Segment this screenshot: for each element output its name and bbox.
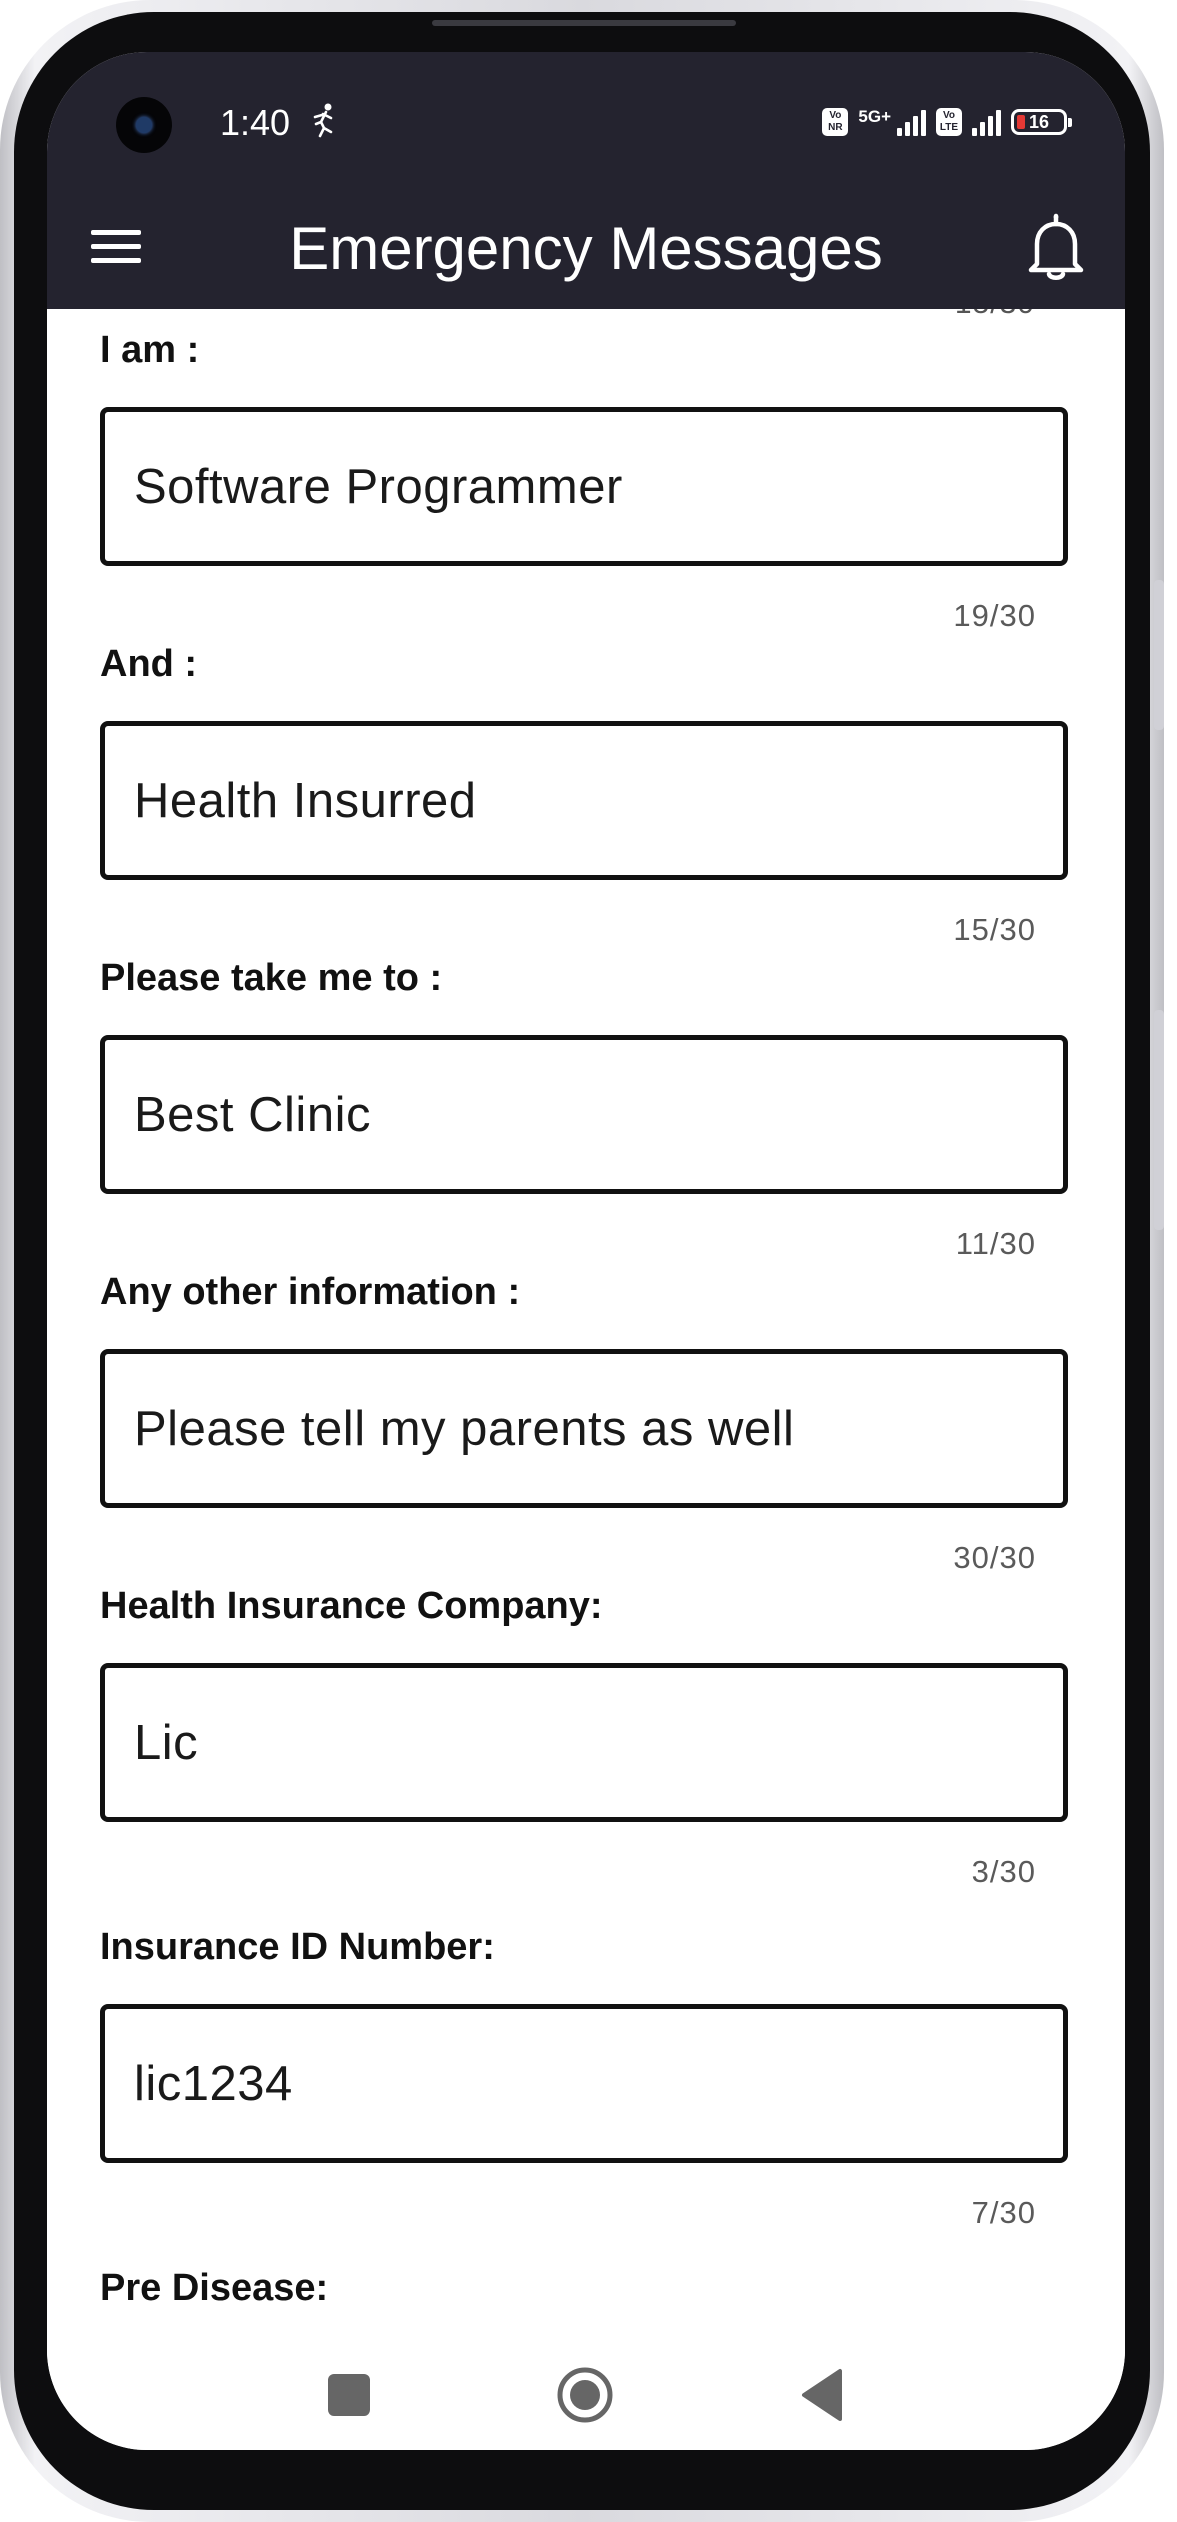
other-info-input[interactable] — [100, 1349, 1068, 1508]
form-scroll-area[interactable]: 15/30 I am : 19/30 And : 15/30 Please ta… — [47, 309, 1125, 2343]
phone-frame: 1:40 Vo NR 5G+ Vo LTE 16 Emergency Messa… — [0, 0, 1164, 2522]
volte-lte-bottom: LTE — [939, 122, 959, 133]
volte-nr-top: Vo — [829, 110, 842, 121]
volte-lte-icon: Vo LTE — [936, 108, 962, 136]
status-bar: 1:40 Vo NR 5G+ Vo LTE 16 — [47, 52, 1125, 182]
battery-level: 16 — [1028, 111, 1050, 132]
status-time: 1:40 — [220, 102, 291, 143]
i-am-input[interactable] — [100, 407, 1068, 566]
power-button — [1154, 1010, 1164, 1230]
screen: 1:40 Vo NR 5G+ Vo LTE 16 Emergency Messa… — [47, 52, 1125, 2450]
field-counter: 15/30 — [955, 309, 1035, 321]
field-label-insurance-company: Health Insurance Company: — [100, 1585, 603, 1627]
field-label-other-info: Any other information : — [100, 1271, 521, 1313]
page-title: Emergency Messages — [289, 215, 883, 282]
app-bar: Emergency Messages — [47, 182, 1125, 309]
bell-icon[interactable] — [1023, 212, 1089, 282]
system-nav-bar — [47, 2343, 1125, 2450]
running-person-icon — [313, 103, 333, 138]
volte-lte-top: Vo — [942, 110, 956, 121]
front-camera — [116, 97, 172, 153]
field-label-pre-disease: Pre Disease: — [100, 2267, 329, 2309]
insurance-id-input[interactable] — [100, 2004, 1068, 2163]
volte-nr-icon: Vo NR — [822, 108, 849, 136]
field-counter-other-info: 30/30 — [953, 1540, 1036, 1575]
circle-icon[interactable] — [555, 2365, 615, 2425]
field-label-take-me-to: Please take me to : — [100, 957, 443, 999]
field-counter-and: 15/30 — [953, 912, 1036, 947]
square-icon[interactable] — [328, 2374, 370, 2416]
signal-icon-2 — [972, 108, 1001, 136]
insurance-company-input[interactable] — [100, 1663, 1068, 1822]
take-me-to-input[interactable] — [100, 1035, 1068, 1194]
volume-button — [1154, 580, 1164, 730]
network-type: 5G+ — [858, 107, 891, 126]
field-counter-insurance-company: 3/30 — [971, 1854, 1036, 1889]
signal-icon — [897, 108, 926, 136]
and-input[interactable] — [100, 721, 1068, 880]
field-label-i-am: I am : — [100, 329, 200, 371]
battery-icon: 16 — [1011, 109, 1072, 135]
field-counter-insurance-id: 7/30 — [971, 2195, 1036, 2230]
field-label-insurance-id: Insurance ID Number: — [100, 1926, 495, 1968]
volte-nr-bottom: NR — [828, 122, 843, 133]
field-counter-i-am: 19/30 — [953, 598, 1036, 633]
earpiece-slot — [432, 20, 736, 26]
status-icons: Vo NR 5G+ Vo LTE 16 — [822, 102, 1072, 142]
field-label-and: And : — [100, 643, 198, 685]
triangle-back-icon[interactable] — [798, 2367, 844, 2423]
field-counter-take-me-to: 11/30 — [955, 1226, 1036, 1261]
